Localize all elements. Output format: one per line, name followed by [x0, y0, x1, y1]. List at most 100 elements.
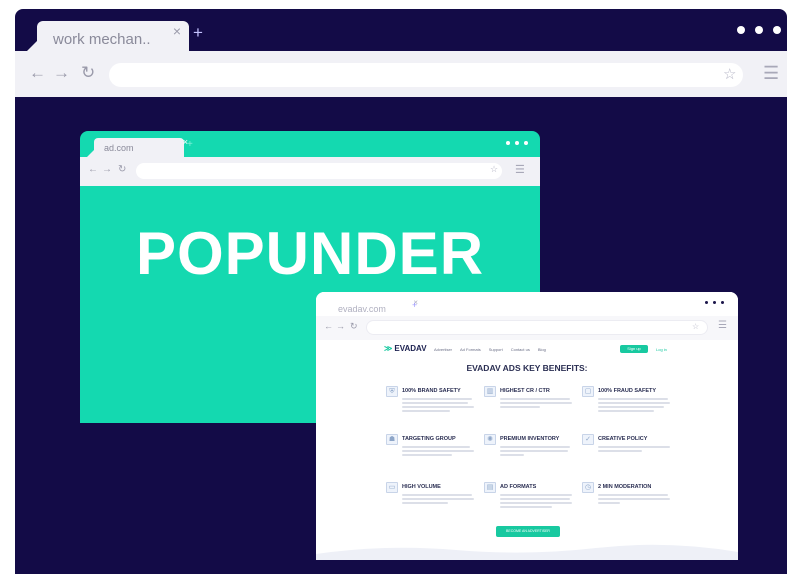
sign-up-button[interactable]: Sign up [620, 345, 648, 353]
text-line [500, 450, 568, 452]
evadav-tab-label: evadav.com [338, 304, 386, 314]
text-line [402, 502, 448, 504]
hamburger-menu-icon[interactable]: ☰ [718, 320, 727, 331]
benefit-premium-inventory: ✺ PREMIUM INVENTORY [484, 434, 582, 476]
text-line [598, 410, 654, 412]
lock-icon: ▢ [582, 386, 594, 397]
text-line [500, 502, 572, 504]
popunder-tab-ad-com[interactable]: ad.com × [94, 137, 188, 157]
nav-link-advertiser[interactable]: Advertiser [434, 347, 452, 352]
text-line [500, 402, 572, 404]
star-icon[interactable]: ☆ [692, 322, 699, 331]
become-advertiser-button[interactable]: BECOME AN ADVERTISER [496, 526, 560, 537]
star-icon[interactable]: ☆ [723, 65, 736, 83]
more-options-icon[interactable] [705, 301, 724, 304]
reload-icon[interactable]: ↻ [81, 63, 95, 83]
benefit-title: CREATIVE POLICY [598, 436, 648, 442]
benefit-title: HIGH VOLUME [402, 484, 441, 490]
benefit-high-volume: ▭ HIGH VOLUME [386, 482, 484, 524]
hamburger-menu-icon[interactable]: ☰ [763, 63, 779, 84]
new-tab-icon[interactable]: + [187, 139, 193, 150]
forward-arrow-icon[interactable]: → [102, 164, 112, 175]
text-line [598, 402, 670, 404]
back-arrow-icon[interactable]: ← [324, 321, 333, 331]
nav-link-blog[interactable]: Blog [538, 347, 546, 352]
text-line [402, 398, 472, 400]
dot [721, 301, 724, 304]
evadav-logo[interactable]: ≫ EVADAV [384, 344, 427, 353]
nav-link-support[interactable]: Support [489, 347, 503, 352]
text-line [500, 454, 524, 456]
forward-arrow-icon[interactable]: → [336, 321, 345, 331]
text-line [598, 406, 664, 408]
nav-link-contact[interactable]: Contact us [511, 347, 530, 352]
monitor-icon: ▭ [386, 482, 398, 493]
evadav-tab[interactable]: evadav.com × [330, 298, 418, 316]
more-options-icon[interactable] [737, 26, 781, 34]
benefit-title: 2 MIN MODERATION [598, 484, 652, 490]
text-line [402, 454, 452, 456]
popunder-address-bar[interactable] [136, 163, 502, 179]
dot [755, 26, 763, 34]
dot [506, 141, 510, 145]
forward-arrow-icon[interactable]: → [53, 63, 70, 83]
benefit-targeting-group: ☗ TARGETING GROUP [386, 434, 484, 476]
benefit-title: TARGETING GROUP [402, 436, 456, 442]
text-line [598, 450, 642, 452]
text-line [402, 450, 474, 452]
site-header: ≫ EVADAV Advertiser Ad Formats Support Co… [384, 344, 684, 358]
benefit-fraud-safety: ▢ 100% FRAUD SAFETY [582, 386, 680, 428]
benefit-creative-policy: ✓ CREATIVE POLICY [582, 434, 680, 476]
nav-link-ad-formats[interactable]: Ad Formats [460, 347, 481, 352]
star-icon[interactable]: ☆ [490, 164, 498, 175]
hamburger-menu-icon[interactable]: ☰ [515, 163, 525, 176]
outer-address-bar[interactable] [109, 63, 743, 87]
text-line [500, 494, 572, 496]
popunder-tab-bar: ad.com × + [80, 131, 540, 157]
new-tab-icon[interactable]: + [193, 23, 203, 43]
dot [713, 301, 716, 304]
text-line [402, 446, 470, 448]
group-icon: ☗ [386, 434, 398, 445]
log-in-link[interactable]: Log in [656, 347, 667, 352]
popunder-toolbar: ← → ↻ ☆ ☰ [80, 157, 540, 186]
benefit-2-min-moderation: ◷ 2 MIN MODERATION [582, 482, 680, 524]
text-line [500, 398, 570, 400]
new-tab-icon[interactable]: + [412, 300, 417, 310]
site-nav-links: Advertiser Ad Formats Support Contact us… [434, 347, 546, 352]
text-line [598, 494, 668, 496]
benefit-title: 100% FRAUD SAFETY [598, 388, 657, 394]
more-options-icon[interactable] [506, 141, 528, 145]
thumbs-up-icon: ✓ [582, 434, 594, 445]
benefit-ad-formats: ▤ AD FORMATS [484, 482, 582, 524]
reload-icon[interactable]: ↻ [350, 321, 358, 332]
close-icon[interactable]: × [173, 23, 181, 39]
evadav-address-bar[interactable] [366, 320, 708, 335]
decorative-wave [316, 544, 738, 560]
benefit-highest-cr-ctr: ▥ HIGHEST CR / CTR [484, 386, 582, 428]
text-line [402, 402, 468, 404]
reload-icon[interactable]: ↻ [118, 164, 126, 175]
text-line [500, 506, 552, 508]
evadav-toolbar: ← → ↻ ☆ ☰ [316, 316, 738, 340]
benefit-brand-safety: ⛨ 100% BRAND SAFETY [386, 386, 484, 428]
outer-tab-work-mechanics[interactable]: work mechan.. × [37, 21, 189, 53]
dot [515, 141, 519, 145]
benefits-title: EVADAV ADS KEY BENEFITS: [466, 363, 588, 373]
text-line [500, 446, 570, 448]
back-arrow-icon[interactable]: ← [88, 164, 98, 175]
text-line [598, 398, 668, 400]
dot [705, 301, 708, 304]
text-line [598, 498, 670, 500]
text-line [500, 406, 540, 408]
text-line [402, 494, 472, 496]
benefit-title: PREMIUM INVENTORY [500, 436, 560, 442]
dot [773, 26, 781, 34]
benefit-title: AD FORMATS [500, 484, 537, 490]
popunder-tab-label: ad.com [104, 143, 134, 153]
benefit-title: 100% BRAND SAFETY [402, 388, 461, 394]
outer-tab-label: work mechan.. [53, 31, 151, 48]
back-arrow-icon[interactable]: ← [29, 63, 46, 83]
shield-icon: ⛨ [386, 386, 398, 397]
benefit-title: HIGHEST CR / CTR [500, 388, 550, 394]
